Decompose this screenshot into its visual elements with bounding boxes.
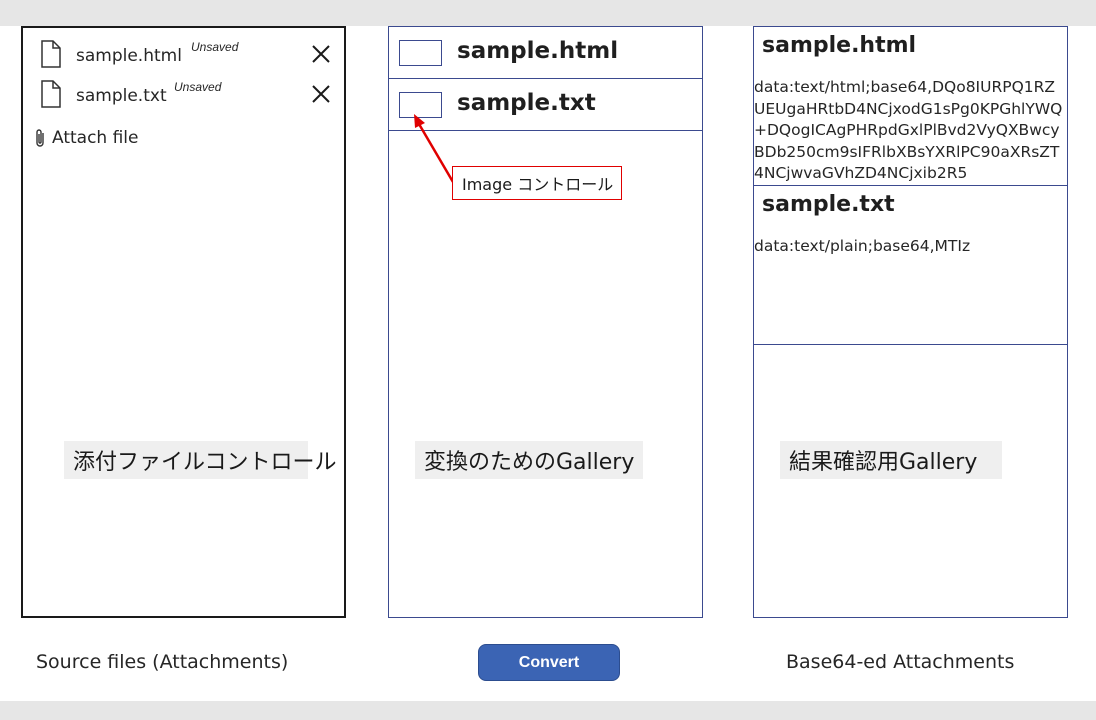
image-control-callout: Image コントロール	[452, 166, 622, 200]
attach-file-label: Attach file	[52, 128, 139, 148]
close-icon[interactable]	[309, 82, 333, 106]
gallery-item-title: sample.html	[457, 38, 619, 64]
attachments-section-label: 添付ファイルコントロール	[64, 441, 337, 479]
convert-button[interactable]: Convert	[478, 644, 620, 681]
attachment-item[interactable]: sample.html Unsaved	[23, 40, 344, 76]
result-section-label: 結果確認用Gallery	[780, 441, 1002, 479]
result-caption: Base64-ed Attachments	[786, 651, 1015, 673]
gallery-item[interactable]: sample.html	[389, 27, 702, 79]
paperclip-icon	[36, 129, 44, 147]
attach-file-button[interactable]: Attach file	[33, 126, 139, 150]
gallery-item[interactable]: sample.txt	[389, 79, 702, 131]
image-control	[399, 92, 442, 118]
close-icon[interactable]	[309, 42, 333, 66]
file-icon	[41, 80, 61, 108]
result-gallery: sample.html data:text/html;base64,DQo8IU…	[753, 26, 1068, 618]
file-icon	[41, 40, 61, 68]
attachment-filename: sample.html	[76, 46, 182, 66]
attachment-status: Unsaved	[191, 40, 239, 54]
attachment-item[interactable]: sample.txt Unsaved	[23, 80, 344, 116]
bottom-band	[0, 701, 1096, 720]
gallery-item-title: sample.html	[762, 33, 917, 58]
attachment-status: Unsaved	[174, 80, 222, 94]
conversion-section-label: 変換のためのGallery	[415, 441, 643, 479]
image-control	[399, 40, 442, 66]
base64-data: data:text/html;base64,DQo8IURPQ1RZUEUgaH…	[754, 78, 1063, 182]
gallery-item[interactable]: sample.txt data:text/plain;base64,MTIz	[754, 186, 1067, 345]
base64-data: data:text/plain;base64,MTIz	[754, 237, 971, 255]
top-band	[0, 0, 1096, 26]
gallery-item-title: sample.txt	[762, 192, 895, 217]
gallery-item[interactable]: sample.html data:text/html;base64,DQo8IU…	[754, 27, 1067, 186]
source-caption: Source files (Attachments)	[36, 651, 289, 673]
conversion-gallery: sample.html sample.txt	[388, 26, 703, 618]
gallery-item-title: sample.txt	[457, 90, 596, 116]
attachments-control: sample.html Unsaved sample.txt Unsaved A…	[21, 26, 346, 618]
attachment-filename: sample.txt	[76, 86, 167, 106]
